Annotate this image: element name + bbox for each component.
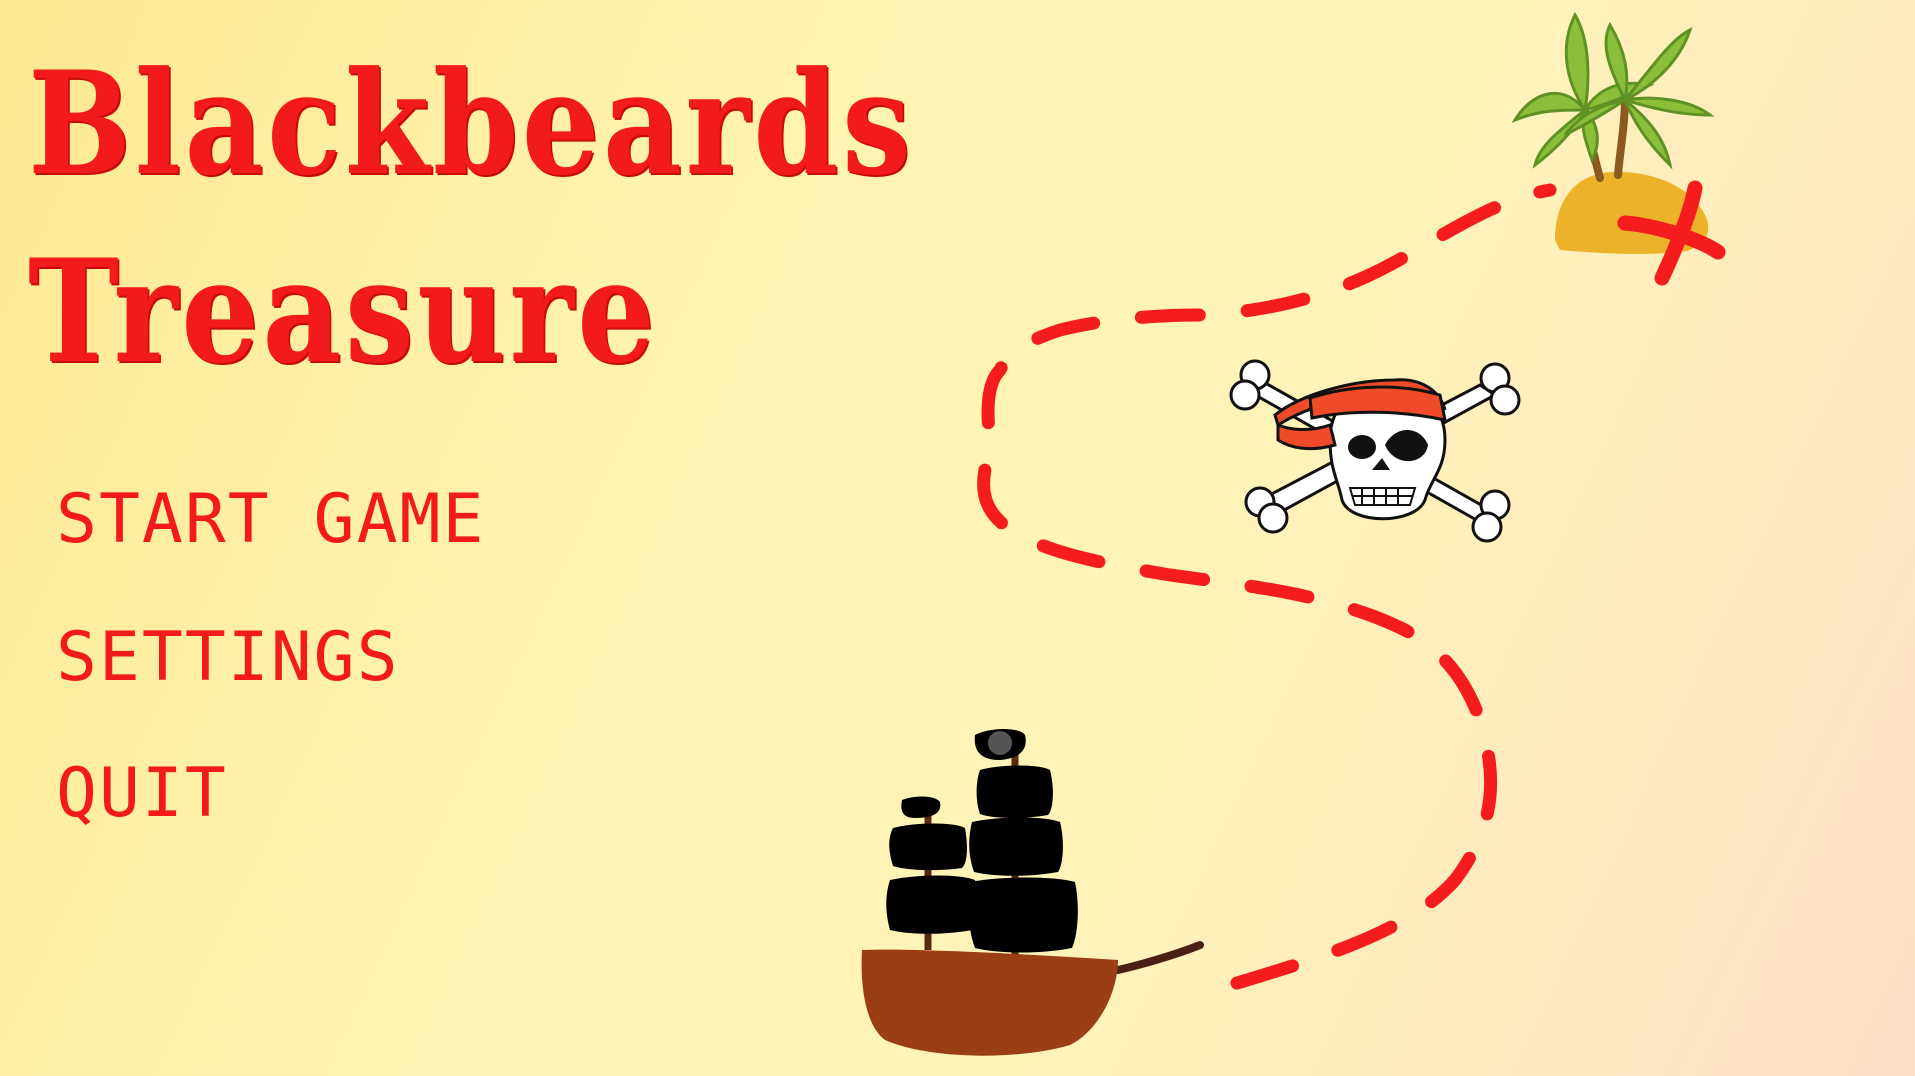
treasure-map-scene xyxy=(861,11,1726,1056)
skull-crossbones-icon xyxy=(1229,359,1521,543)
dashed-route-to-treasure xyxy=(977,183,1557,990)
pirate-ship-icon xyxy=(861,729,1204,1056)
